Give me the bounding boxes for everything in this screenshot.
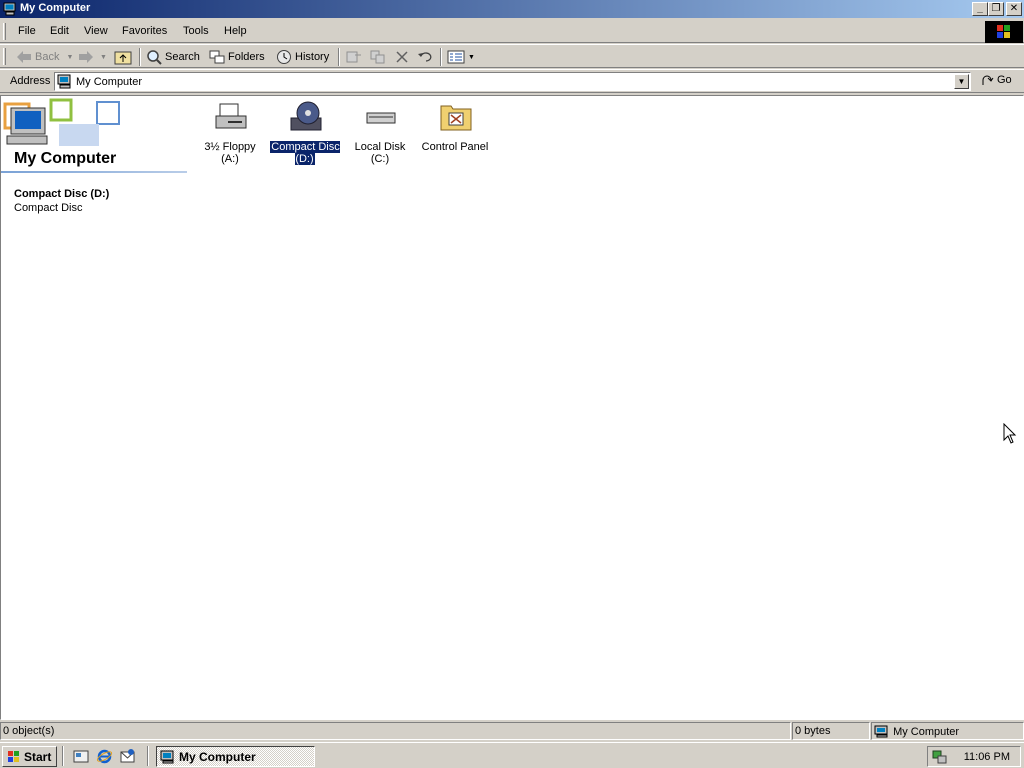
title-bar[interactable]: My Computer _ ❐ ✕ (0, 0, 1024, 18)
views-icon (447, 50, 465, 64)
windows-logo-icon (8, 750, 19, 762)
menu-favorites[interactable]: Favorites (122, 25, 167, 37)
hard-disk-icon (366, 112, 396, 124)
menubar-grip[interactable] (3, 23, 6, 40)
back-arrow-icon (17, 51, 31, 63)
back-dropdown-icon[interactable]: ▼ (66, 54, 73, 61)
go-arrow-icon (982, 75, 994, 85)
undo-icon (418, 52, 432, 62)
address-bar: Address My Computer ▼ Go (0, 69, 1024, 93)
outlook-express-icon[interactable] (119, 748, 136, 765)
menu-bar: File Edit View Favorites Tools Help (0, 20, 1024, 43)
my-computer-icon (874, 725, 888, 738)
move-to-icon (346, 51, 361, 63)
search-button[interactable]: Search (146, 47, 200, 67)
toolbar-grip[interactable] (3, 48, 6, 65)
standard-toolbar: Back ▼ ▼ Search Folders History ▼ (0, 44, 1024, 68)
history-label: History (295, 51, 330, 63)
status-zone: My Computer (871, 722, 1024, 740)
folder-item-control-panel[interactable]: Control Panel (419, 100, 491, 170)
drive-item-cd[interactable]: Compact Disc (D:) (269, 100, 341, 170)
my-computer-banner (3, 98, 123, 148)
toolbar-separator (338, 48, 340, 66)
delete-button[interactable] (394, 47, 410, 67)
copy-to-icon (370, 50, 385, 64)
menu-edit[interactable]: Edit (50, 25, 69, 37)
my-computer-icon (160, 750, 174, 763)
start-label: Start (24, 749, 52, 764)
history-icon (277, 50, 291, 64)
folders-icon (209, 50, 225, 64)
go-button[interactable]: Go (980, 73, 1012, 87)
close-button[interactable]: ✕ (1006, 2, 1022, 16)
web-view-pane: My Computer Compact Disc (D:) Compact Di… (1, 96, 187, 719)
search-icon (147, 50, 162, 65)
undo-button[interactable] (417, 47, 433, 67)
address-value: My Computer (76, 76, 143, 88)
folders-label: Folders (228, 51, 265, 63)
control-panel-icon (440, 105, 472, 131)
forward-dropdown-icon[interactable]: ▼ (100, 54, 107, 61)
my-computer-icon (3, 2, 16, 16)
drive-item-local-disk[interactable]: Local Disk (C:) (344, 100, 416, 170)
taskbar-button-my-computer[interactable]: My Computer (156, 746, 315, 767)
toolbar-separator (440, 48, 442, 66)
go-label: Go (997, 74, 1012, 86)
taskbar-separator (147, 746, 149, 766)
drive-item-floppy[interactable]: 3½ Floppy (A:) (194, 100, 266, 170)
views-dropdown-icon[interactable]: ▼ (468, 54, 475, 61)
floppy-drive-icon (215, 103, 247, 129)
history-button[interactable]: History (276, 47, 329, 67)
address-field[interactable]: My Computer ▼ (54, 72, 971, 91)
forward-button[interactable]: ▼ (78, 47, 107, 67)
windows-logo (985, 21, 1023, 43)
back-button[interactable]: Back ▼ (16, 47, 73, 67)
status-size: 0 bytes (792, 722, 870, 740)
minimize-button[interactable]: _ (972, 2, 988, 16)
drive-label: 3½ Floppy (A:) (204, 141, 256, 165)
status-object-count: 0 object(s) (0, 722, 791, 740)
up-folder-icon (114, 51, 132, 65)
status-bar: 0 object(s) 0 bytes My Computer (0, 721, 1024, 741)
up-button[interactable] (114, 47, 132, 67)
taskbar: Start My Computer 11:06 PM (0, 742, 1024, 768)
system-tray: 11:06 PM (927, 746, 1021, 767)
move-to-button[interactable] (345, 47, 363, 67)
address-label: Address (10, 75, 51, 87)
taskbar-separator (62, 746, 64, 766)
menu-tools[interactable]: Tools (183, 25, 209, 37)
start-button[interactable]: Start (2, 746, 57, 767)
delete-icon (396, 51, 408, 63)
menu-file[interactable]: File (18, 25, 36, 37)
selected-item-type: Compact Disc (14, 202, 83, 214)
status-zone-label: My Computer (893, 726, 960, 738)
internet-explorer-icon[interactable] (96, 748, 113, 765)
selected-item-name: Compact Disc (D:) (14, 188, 110, 200)
views-button[interactable]: ▼ (447, 47, 475, 67)
restore-button[interactable]: ❐ (988, 2, 1004, 16)
cd-drive-icon (290, 101, 322, 131)
forward-arrow-icon (79, 51, 93, 63)
pane-divider (1, 171, 187, 173)
folder-view[interactable]: My Computer Compact Disc (D:) Compact Di… (0, 95, 1024, 720)
task-label: My Computer (179, 749, 256, 764)
menu-help[interactable]: Help (224, 25, 247, 37)
address-dropdown-button[interactable]: ▼ (954, 74, 969, 89)
clock[interactable]: 11:06 PM (964, 751, 1010, 763)
my-computer-icon (57, 74, 71, 89)
folder-label: Control Panel (421, 141, 489, 153)
show-desktop-icon[interactable] (73, 748, 90, 765)
toolbar-separator (139, 48, 141, 66)
folders-button[interactable]: Folders (209, 47, 265, 67)
mouse-cursor-icon (1003, 423, 1017, 444)
window-title: My Computer (20, 2, 91, 14)
menu-view[interactable]: View (84, 25, 108, 37)
search-label: Search (165, 51, 200, 63)
copy-to-button[interactable] (369, 47, 387, 67)
drive-label: Local Disk (C:) (354, 141, 406, 165)
back-label: Back (35, 51, 60, 63)
drive-label: Compact Disc (D:) (269, 140, 341, 166)
pane-title: My Computer (14, 150, 117, 167)
network-status-icon[interactable] (932, 749, 948, 765)
